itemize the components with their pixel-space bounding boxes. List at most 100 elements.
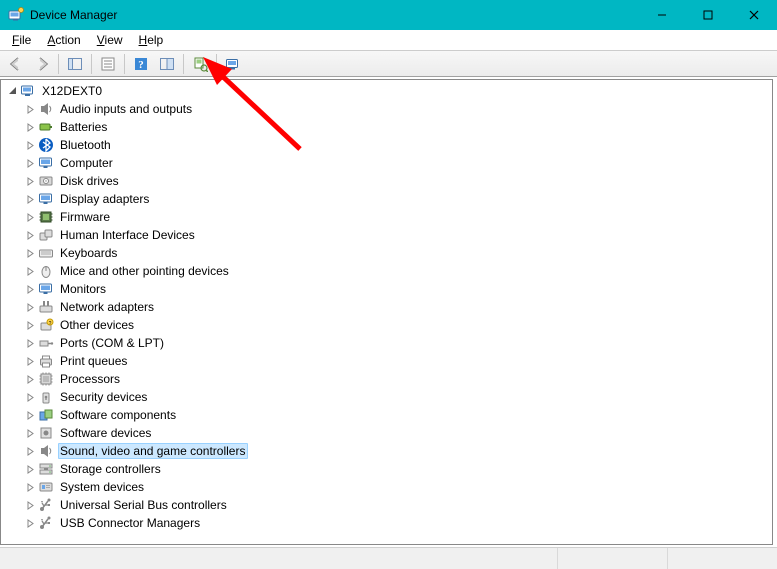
tree-node-system[interactable]: System devices bbox=[1, 478, 772, 496]
back-button[interactable] bbox=[4, 53, 28, 75]
tree-node-label: Print queues bbox=[60, 354, 127, 368]
tree-node-keyboards[interactable]: Keyboards bbox=[1, 244, 772, 262]
tree-node-label: Disk drives bbox=[60, 174, 119, 188]
menubar: File Action View Help bbox=[0, 30, 777, 50]
keyboard-icon bbox=[38, 245, 54, 261]
tree-node-other[interactable]: ? Other devices bbox=[1, 316, 772, 334]
expand-icon[interactable] bbox=[23, 177, 38, 186]
expand-icon[interactable] bbox=[23, 465, 38, 474]
add-legacy-hardware-button[interactable] bbox=[221, 53, 245, 75]
tree-node-ports[interactable]: Ports (COM & LPT) bbox=[1, 334, 772, 352]
tree-node-softdev[interactable]: Software devices bbox=[1, 424, 772, 442]
expand-icon[interactable] bbox=[23, 123, 38, 132]
expand-icon[interactable] bbox=[23, 213, 38, 222]
tree-node-label: Batteries bbox=[60, 120, 107, 134]
tree-node-label: Human Interface Devices bbox=[60, 228, 195, 242]
disk-icon bbox=[38, 173, 54, 189]
expand-icon[interactable] bbox=[23, 447, 38, 456]
tree-node-firmware[interactable]: Firmware bbox=[1, 208, 772, 226]
tree-root-label: X12DEXT0 bbox=[42, 84, 102, 98]
tree-node-mice[interactable]: Mice and other pointing devices bbox=[1, 262, 772, 280]
expand-icon[interactable] bbox=[23, 357, 38, 366]
tree-node-disk[interactable]: Disk drives bbox=[1, 172, 772, 190]
action-button[interactable] bbox=[155, 53, 179, 75]
tree-node-display[interactable]: Display adapters bbox=[1, 190, 772, 208]
tree-node-softcomp[interactable]: Software components bbox=[1, 406, 772, 424]
tree-node-label: Other devices bbox=[60, 318, 134, 332]
expand-icon[interactable] bbox=[23, 375, 38, 384]
tree-node-network[interactable]: Network adapters bbox=[1, 298, 772, 316]
tree-node-usbconn[interactable]: USB Connector Managers bbox=[1, 514, 772, 532]
maximize-button[interactable] bbox=[685, 0, 731, 30]
forward-button[interactable] bbox=[30, 53, 54, 75]
tree-node-label: Mice and other pointing devices bbox=[60, 264, 229, 278]
tree-node-bluetooth[interactable]: Bluetooth bbox=[1, 136, 772, 154]
tree-node-label: Bluetooth bbox=[60, 138, 111, 152]
security-icon bbox=[38, 389, 54, 405]
tree-root[interactable]: X12DEXT0 bbox=[1, 82, 772, 100]
tree-node-monitors[interactable]: Monitors bbox=[1, 280, 772, 298]
expand-icon[interactable] bbox=[23, 393, 38, 402]
expand-icon[interactable] bbox=[23, 195, 38, 204]
tree-node-label: Storage controllers bbox=[60, 462, 161, 476]
toolbar: ? bbox=[0, 50, 777, 77]
expand-icon[interactable] bbox=[23, 483, 38, 492]
tree-node-label: Security devices bbox=[60, 390, 147, 404]
expand-icon[interactable] bbox=[23, 303, 38, 312]
tree-node-audio[interactable]: Audio inputs and outputs bbox=[1, 100, 772, 118]
chip-icon bbox=[38, 209, 54, 225]
network-icon bbox=[38, 299, 54, 315]
device-tree[interactable]: X12DEXT0 Audio inputs and outputs Batteri… bbox=[0, 79, 773, 545]
tree-node-usb[interactable]: Universal Serial Bus controllers bbox=[1, 496, 772, 514]
tree-node-sound[interactable]: Sound, video and game controllers bbox=[1, 442, 772, 460]
expand-icon[interactable] bbox=[23, 159, 38, 168]
tree-node-security[interactable]: Security devices bbox=[1, 388, 772, 406]
hid-icon bbox=[38, 227, 54, 243]
expand-icon[interactable] bbox=[23, 411, 38, 420]
expand-icon[interactable] bbox=[23, 501, 38, 510]
menu-file[interactable]: File bbox=[4, 32, 39, 48]
storage-icon bbox=[38, 461, 54, 477]
menu-help[interactable]: Help bbox=[131, 32, 172, 48]
cpu-icon bbox=[38, 371, 54, 387]
tree-node-label: Universal Serial Bus controllers bbox=[60, 498, 227, 512]
tree-node-computer[interactable]: Computer bbox=[1, 154, 772, 172]
show-hide-console-button[interactable] bbox=[63, 53, 87, 75]
bluetooth-icon bbox=[38, 137, 54, 153]
expand-icon[interactable] bbox=[23, 231, 38, 240]
other-icon: ? bbox=[38, 317, 54, 333]
expand-icon[interactable] bbox=[23, 267, 38, 276]
minimize-button[interactable] bbox=[639, 0, 685, 30]
menu-action[interactable]: Action bbox=[39, 32, 88, 48]
expand-icon[interactable] bbox=[23, 285, 38, 294]
menu-view[interactable]: View bbox=[89, 32, 131, 48]
expand-icon[interactable] bbox=[23, 321, 38, 330]
scan-hardware-button[interactable] bbox=[188, 53, 212, 75]
expand-icon[interactable] bbox=[23, 249, 38, 258]
battery-icon bbox=[38, 119, 54, 135]
tree-node-batteries[interactable]: Batteries bbox=[1, 118, 772, 136]
speaker-icon bbox=[38, 443, 54, 459]
expand-icon[interactable] bbox=[23, 141, 38, 150]
close-button[interactable] bbox=[731, 0, 777, 30]
tree-node-hid[interactable]: Human Interface Devices bbox=[1, 226, 772, 244]
expand-collapse-icon[interactable] bbox=[5, 86, 20, 95]
computer-root-icon bbox=[20, 83, 36, 99]
tree-node-label: Network adapters bbox=[60, 300, 154, 314]
expand-icon[interactable] bbox=[23, 519, 38, 528]
expand-icon[interactable] bbox=[23, 339, 38, 348]
tree-node-storage[interactable]: Storage controllers bbox=[1, 460, 772, 478]
tree-node-processors[interactable]: Processors bbox=[1, 370, 772, 388]
tree-node-printq[interactable]: Print queues bbox=[1, 352, 772, 370]
help-button[interactable]: ? bbox=[129, 53, 153, 75]
printer-icon bbox=[38, 353, 54, 369]
tree-node-label: Keyboards bbox=[60, 246, 117, 260]
monitor-icon bbox=[38, 281, 54, 297]
properties-button[interactable] bbox=[96, 53, 120, 75]
expand-icon[interactable] bbox=[23, 429, 38, 438]
expand-icon[interactable] bbox=[23, 105, 38, 114]
mouse-icon bbox=[38, 263, 54, 279]
tree-node-label: Processors bbox=[60, 372, 120, 386]
tree-node-label: Software components bbox=[60, 408, 176, 422]
usb-icon bbox=[38, 515, 54, 531]
